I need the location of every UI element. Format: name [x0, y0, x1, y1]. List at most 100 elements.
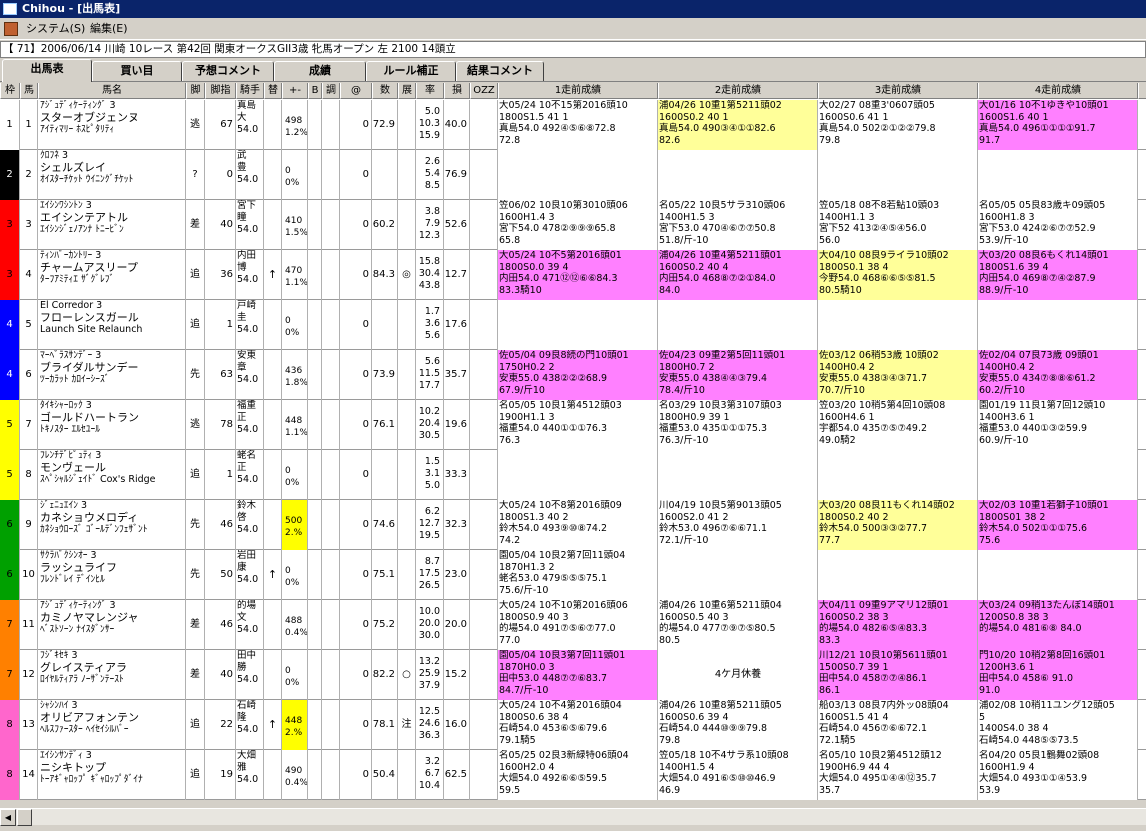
past-race-cell[interactable] — [498, 150, 658, 200]
past-race-cell[interactable]: 大02/03 10重1若獅子10頭01 1800S01 38 2 鈴木54.0 50… — [978, 500, 1138, 550]
column-header-pm[interactable]: +- — [282, 83, 308, 99]
past-race-cell[interactable]: 4ケ月休養 — [658, 650, 818, 700]
column-header-shisu[interactable]: 脚指 — [205, 83, 236, 99]
past-race-cell[interactable]: 浦04/26 10重4第5211頭01 1600S0.2 40 4 内田54.0 4… — [658, 250, 818, 300]
tab-shutsuba[interactable]: 出馬表 — [2, 59, 92, 82]
past-race-cell[interactable]: 川12/21 10良10第5611頭01 1500S0.7 39 1 田中54.0 … — [818, 650, 978, 700]
tab-kaime[interactable]: 買い目 — [92, 61, 182, 81]
column-header-waku[interactable]: 枠 — [0, 83, 20, 99]
horse-name-cell[interactable]: ｻｸﾗﾊﾞｸｼﾝｵｰ 3 ラッシュライフ ﾌﾚﾝﾄﾞﾚｲ ﾃﾞｲﾝﾋﾙ — [38, 550, 186, 600]
past-race-cell[interactable] — [818, 150, 978, 200]
column-header-ten[interactable]: 展 — [398, 83, 416, 99]
past-race-cell[interactable] — [978, 300, 1138, 350]
horse-row[interactable]: 3 3 ｴｲｼﾝﾜｼﾝﾄﾝ 3 エイシンテアトル ｴｲｼﾝｼﾞｪﾉｱﾝﾅ ﾄﾆｰﾋﾞﾝ差… — [0, 200, 1146, 250]
past-race-cell[interactable]: 名03/29 10良3第3107頭03 1800H0.9 39 1 福重53.0 4… — [658, 400, 818, 450]
past-race-cell[interactable] — [978, 550, 1138, 600]
past-race-cell[interactable]: 笠05/18 08不8若鮎10頭03 1400H1.1 3 宮下52 413②④⑤④… — [818, 200, 978, 250]
horse-row[interactable]: 5 8 ﾌﾚﾝﾁﾃﾞﾋﾟｭﾃｨ 3 モンヴェール ｽﾍﾟｼｬﾙｼﾞｪｲﾄﾞ Cox's … — [0, 450, 1146, 500]
horse-name-cell[interactable]: ﾌｼﾞｷｾｷ 3 グレイスティアラ ﾛｲﾔﾙﾃｨｱﾗ ﾉｰｻﾞﾝﾃｰｽﾄ — [38, 650, 186, 700]
column-header-p4[interactable] — [1138, 83, 1146, 99]
past-race-cell[interactable] — [978, 450, 1138, 500]
past-race-cell[interactable]: 浦04/26 10重1第5211頭02 1600S0.2 40 1 真島54.0 4… — [658, 100, 818, 150]
horse-name-cell[interactable]: ｼｬｼﾝﾊｲ 3 オリビアフォンテン ﾍﾙｽﾌｧｰｽﾀｰ ﾍｲｾｲｼﾙﾊﾞｰ — [38, 700, 186, 750]
tab-rule-hosei[interactable]: ルール補正 — [366, 61, 456, 81]
column-header-ozz[interactable]: OZZ — [470, 83, 498, 99]
past-race-cell[interactable]: 名05/25 02良3新緑特06頭04 1600H2.0 4 大畑54.0 492⑥… — [498, 750, 658, 800]
past-race-cell[interactable]: 名05/05 05良83歳キ09頭05 1600H1.8 3 宮下53.0 424②… — [978, 200, 1138, 250]
tab-kekka-comment[interactable]: 結果コメント — [456, 61, 544, 81]
column-header-son[interactable]: 損 — [444, 83, 470, 99]
horse-name-cell[interactable]: ｴｲｼﾝﾜｼﾝﾄﾝ 3 エイシンテアトル ｴｲｼﾝｼﾞｪﾉｱﾝﾅ ﾄﾆｰﾋﾞﾝ — [38, 200, 186, 250]
column-header-uma[interactable]: 馬 — [20, 83, 38, 99]
past-race-cell[interactable]: 門10/20 10稍2第8回16頭01 1200H3.6 1 田中54.0 458⑥… — [978, 650, 1138, 700]
horse-row[interactable]: 6 10 ｻｸﾗﾊﾞｸｼﾝｵｰ 3 ラッシュライフ ﾌﾚﾝﾄﾞﾚｲ ﾃﾞｲﾝﾋﾙ先 50 岩… — [0, 550, 1146, 600]
horse-row[interactable]: 7 11 ｱｼﾞｭﾃﾞｨｹｰﾃｨﾝｸﾞ 3 カミノヤマレンジャ ﾍﾞｽﾄｿｰﾝ ﾅｲｽﾀ… — [0, 600, 1146, 650]
scroll-left-arrow-icon[interactable]: ◀ — [0, 809, 16, 826]
tab-yoso-comment[interactable]: 予想コメント — [182, 61, 274, 81]
column-header-p2[interactable]: 3走前成績 — [818, 83, 978, 99]
past-race-cell[interactable]: 笠05/18 10不4サラ系10頭08 1400H1.5 4 大畑54.0 491⑥… — [658, 750, 818, 800]
horse-row[interactable]: 4 5 El Corredor 3 フローレンスガール Launch Site Rela… — [0, 300, 1146, 350]
past-race-cell[interactable]: 園05/04 10良3第7回11頭01 1870H0.0 3 田中53.0 448⑦… — [498, 650, 658, 700]
horse-name-cell[interactable]: ﾀｲｷｼｬｰﾛｯｸ 3 ゴールドハートラン ﾄｷﾉｽﾀｰ ｴﾙｾﾕｰﾙ — [38, 400, 186, 450]
past-race-cell[interactable] — [498, 450, 658, 500]
column-header-cho[interactable]: 調 — [322, 83, 340, 99]
past-race-cell[interactable]: 大02/27 08重3'0607頭05 1600S0.6 41 1 真島54.0 5… — [818, 100, 978, 150]
column-header-p1[interactable]: 2走前成績 — [658, 83, 818, 99]
past-race-cell[interactable] — [818, 300, 978, 350]
past-race-cell[interactable] — [818, 550, 978, 600]
horse-name-cell[interactable]: ﾃｨﾝﾊﾞｰｶﾝﾄﾘｰ 3 チャームアスリープ ﾀｰﾌｱﾐﾃｨｴ ｻﾞｸﾞﾚﾌﾞ — [38, 250, 186, 300]
horse-row[interactable]: 5 7 ﾀｲｷｼｬｰﾛｯｸ 3 ゴールドハートラン ﾄｷﾉｽﾀｰ ｴﾙｾﾕｰﾙ逃 78 福重… — [0, 400, 1146, 450]
horse-row[interactable]: 6 9 ｼﾞｪﾆｭｴｲﾝ 3 カネショウメロディ ｶﾈｼｮｳﾛｰｽﾞ ｺﾞｰﾙﾃﾞﾝﾌｪ… — [0, 500, 1146, 550]
past-race-cell[interactable]: 笠03/20 10稍5第4回10頭08 1600H4.6 1 宇都54.0 435⑦… — [818, 400, 978, 450]
past-race-cell[interactable]: 浦02/08 10稍11ユング12頭05 5 1400S4.0 38 4 石崎54.0… — [978, 700, 1138, 750]
column-header-p3[interactable]: 4走前成績 — [978, 83, 1138, 99]
column-header-ritsu[interactable]: 率 — [416, 83, 444, 99]
past-race-cell[interactable]: 佐02/04 07良73歳 09頭01 1400H0.4 2 安東55.0 434⑦… — [978, 350, 1138, 400]
past-race-cell[interactable] — [978, 150, 1138, 200]
column-header-jockey[interactable]: 騎手 — [236, 83, 264, 99]
horizontal-scrollbar[interactable]: ◀ — [0, 808, 1146, 826]
horse-row[interactable]: 8 14 ｴｲｼﾝｻﾝﾃﾞｨ 3 ニシキトップ ﾄｰｱｷﾞｬﾛｯﾌﾟ ｷﾞｬﾛｯﾌﾟﾀﾞ… — [0, 750, 1146, 800]
horse-row[interactable]: 1 1 ｱｼﾞｭﾃﾞｨｹｰﾃｨﾝｸﾞ 3 スターオブジェンヌ ｱｲﾃｨﾏﾘｰ ﾎｽﾋﾟﾀ… — [0, 100, 1146, 150]
horse-name-cell[interactable]: ｼﾞｪﾆｭｴｲﾝ 3 カネショウメロディ ｶﾈｼｮｳﾛｰｽﾞ ｺﾞｰﾙﾃﾞﾝﾌｪｻﾞ… — [38, 500, 186, 550]
past-race-cell[interactable]: 笠06/02 10良10第3010頭06 1600H1.4 3 宮下54.0 478… — [498, 200, 658, 250]
past-race-cell[interactable]: 大04/10 08良9ライラ10頭02 1800S0.1 38 4 今野54.0 4… — [818, 250, 978, 300]
past-race-cell[interactable]: 名05/22 10良5サラ310頭06 1400H1.5 3 宮下53.0 470④… — [658, 200, 818, 250]
past-race-cell[interactable] — [658, 300, 818, 350]
past-race-cell[interactable]: 大03/24 09稍13たんぽ14頭01 1200S0.8 38 3 的場54.0 … — [978, 600, 1138, 650]
past-race-cell[interactable]: 船03/13 08良7内外ッ08頭04 1600S1.5 41 4 石崎54.0 4… — [818, 700, 978, 750]
past-race-cell[interactable]: 大03/20 08良6もくれ14頭01 1800S1.6 39 4 内田54.0 4… — [978, 250, 1138, 300]
past-race-cell[interactable]: 大05/24 10不5第2016頭01 1800S0.0 39 4 内田54.0 4… — [498, 250, 658, 300]
past-race-cell[interactable]: 名05/10 10良2第4512頭12 1900H6.9 44 4 大畑54.0 4… — [818, 750, 978, 800]
past-race-cell[interactable]: 園01/19 11良1第7回12頭10 1400H3.6 1 福重53.0 440①… — [978, 400, 1138, 450]
menu-edit[interactable]: 編集(E) — [86, 18, 132, 40]
column-header-kae[interactable]: 替 — [264, 83, 282, 99]
tab-seiseki[interactable]: 成績 — [274, 61, 366, 81]
horse-name-cell[interactable]: ﾏｰﾍﾞﾗｽｻﾝﾃﾞｰ 3 ブライダルサンデー ﾂｰｶﾗｯﾄ ｶﾛｲｰｼｰｽﾞ — [38, 350, 186, 400]
horse-name-cell[interactable]: ｸﾛﾌﾈ 3 シェルズレイ ｵｲｽﾀｰﾁｹｯﾄ ｳｲﾆﾝｸﾞﾁｹｯﾄ — [38, 150, 186, 200]
past-race-cell[interactable]: 名04/20 05良1鶴舞02頭08 1600H1.9 4 大畑54.0 493①①… — [978, 750, 1138, 800]
horse-name-cell[interactable]: El Corredor 3 フローレンスガール Launch Site Relaun… — [38, 300, 186, 350]
column-header-at[interactable]: @ — [340, 83, 372, 99]
past-race-cell[interactable]: 大01/16 10不1ゆきや10頭01 1600S1.6 40 1 真島54.0 4… — [978, 100, 1138, 150]
race-card-grid[interactable]: 枠馬馬名脚脚指 騎手替 +- B 調 @ 数展率損 OZZ 1走前成績 2走前成績 3走前成績 4走前… — [0, 83, 1146, 800]
past-race-cell[interactable] — [658, 550, 818, 600]
past-race-cell[interactable]: 佐05/04 09良8続の門10頭01 1750H0.2 2 安東55.0 438②… — [498, 350, 658, 400]
column-header-b[interactable]: B — [308, 83, 322, 99]
past-race-cell[interactable]: 大05/24 10不4第2016頭04 1800S0.6 38 4 石崎54.0 4… — [498, 700, 658, 750]
horse-row[interactable]: 2 2 ｸﾛﾌﾈ 3 シェルズレイ ｵｲｽﾀｰﾁｹｯﾄ ｳｲﾆﾝｸﾞﾁｹｯﾄ? 0 武豊 54… — [0, 150, 1146, 200]
past-race-cell[interactable] — [498, 300, 658, 350]
past-race-cell[interactable]: 大03/20 08良11もくれ14頭02 1800S0.2 40 2 鈴木54.0 … — [818, 500, 978, 550]
horse-row[interactable]: 7 12 ﾌｼﾞｷｾｷ 3 グレイスティアラ ﾛｲﾔﾙﾃｨｱﾗ ﾉｰｻﾞﾝﾃｰｽﾄ差 40… — [0, 650, 1146, 700]
past-race-cell[interactable]: 佐04/23 09重2第5回11頭01 1800H0.7 2 安東55.0 438④… — [658, 350, 818, 400]
column-header-su[interactable]: 数 — [372, 83, 398, 99]
past-race-cell[interactable] — [658, 150, 818, 200]
horse-row[interactable]: 4 6 ﾏｰﾍﾞﾗｽｻﾝﾃﾞｰ 3 ブライダルサンデー ﾂｰｶﾗｯﾄ ｶﾛｲｰｼｰｽﾞ先… — [0, 350, 1146, 400]
past-race-cell[interactable] — [818, 450, 978, 500]
column-header-ashi[interactable]: 脚 — [186, 83, 205, 99]
past-race-cell[interactable]: 大04/11 09重9アマリ12頭01 1600S0.2 38 3 的場54.0 4… — [818, 600, 978, 650]
past-race-cell[interactable]: 大05/24 10不10第2016頭06 1800S0.9 40 3 的場54.0 … — [498, 600, 658, 650]
past-race-cell[interactable]: 浦04/26 10重8第5211頭05 1600S0.6 39 4 石崎54.0 4… — [658, 700, 818, 750]
system-menu-icon[interactable] — [4, 22, 18, 36]
